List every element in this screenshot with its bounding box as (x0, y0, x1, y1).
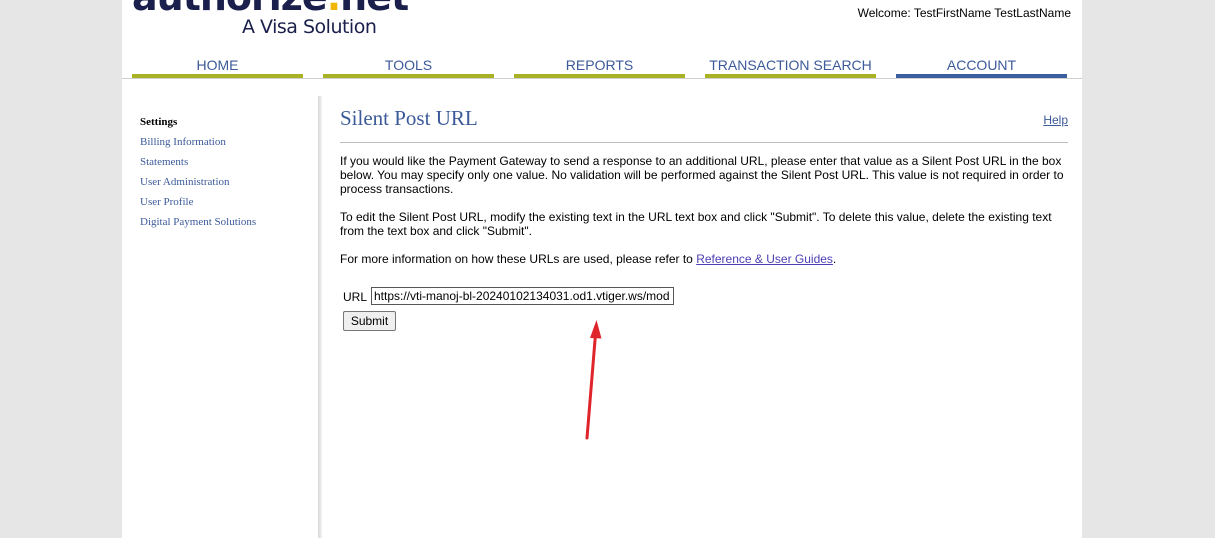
sidebar-item-billing-information[interactable]: Billing Information (140, 132, 320, 152)
authorize-net-logo[interactable]: authorize.net A Visa Solution (132, 0, 409, 38)
tab-label: REPORTS (565, 57, 634, 73)
sidebar-item-user-profile[interactable]: User Profile (140, 192, 320, 212)
url-label: URL (343, 290, 368, 304)
tab-transaction-search[interactable]: TRANSACTION SEARCH (705, 56, 876, 79)
sidebar-item-statements[interactable]: Statements (140, 152, 320, 172)
sidebar-divider (318, 96, 322, 538)
reference-user-guides-link[interactable]: Reference & User Guides (696, 252, 833, 266)
edit-instructions-paragraph: To edit the Silent Post URL, modify the … (340, 210, 1052, 238)
help-link[interactable]: Help (1043, 113, 1068, 127)
silent-post-url-input[interactable] (371, 287, 674, 305)
more-info-suffix: . (832, 252, 837, 266)
more-info-text: For more information on how these URLs a… (340, 252, 697, 266)
tab-reports[interactable]: REPORTS (514, 56, 685, 79)
tab-account[interactable]: ACCOUNT (896, 56, 1067, 79)
tab-label: ACCOUNT (946, 57, 1017, 73)
intro-paragraph: If you would like the Payment Gateway to… (340, 154, 1064, 196)
tab-tools[interactable]: TOOLS (323, 56, 494, 79)
main-nav: HOME TOOLS REPORTS TRANSACTION SEARCH AC… (132, 56, 1072, 79)
sidebar: Settings Billing Information Statements … (140, 112, 320, 232)
page-title: Silent Post URL (340, 106, 478, 130)
tab-label: TOOLS (384, 57, 433, 73)
welcome-message: Welcome: TestFirstName TestLastName (857, 6, 1071, 20)
sidebar-item-settings: Settings (140, 116, 178, 128)
submit-button[interactable]: Submit (343, 311, 396, 331)
tab-label: HOME (196, 57, 239, 73)
page-container: authorize.net A Visa Solution Welcome: T… (122, 0, 1082, 538)
sidebar-item-user-administration[interactable]: User Administration (140, 172, 320, 192)
more-info-paragraph: For more information on how these URLs a… (340, 252, 1068, 266)
logo-wordmark: authorize.net (132, 0, 409, 16)
tab-label: TRANSACTION SEARCH (709, 57, 872, 73)
annotation-arrow-icon (585, 320, 602, 440)
logo-subtitle: A Visa Solution (242, 16, 377, 38)
sidebar-item-digital-payment-solutions[interactable]: Digital Payment Solutions (140, 212, 320, 232)
title-divider (340, 142, 1068, 143)
nav-divider (122, 78, 1082, 79)
tab-home[interactable]: HOME (132, 56, 303, 79)
